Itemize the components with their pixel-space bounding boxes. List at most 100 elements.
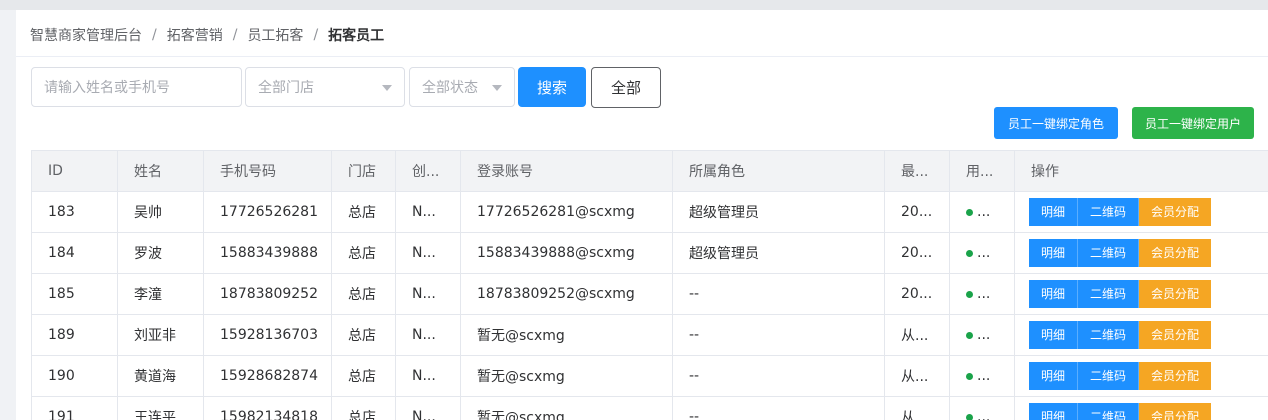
search-input[interactable]: 请输入姓名或手机号 [31,67,242,107]
cell-login-account: 17726526281@scxmg [460,191,673,233]
cell-enabled: ... [949,355,1015,397]
table-row: 189 刘亚非 15928136703 总店 N... 暂无@scxmg -- 从......… [31,314,1268,356]
cell-created: N... [395,314,461,356]
header-divider [16,56,1268,57]
status-text: ... [977,204,991,220]
qrcode-button[interactable]: 二维码 [1078,239,1140,267]
table-header-row: ID 姓名 手机号码 门店 创... 登录账号 所属角色 最... 用... 操… [31,150,1268,192]
detail-button[interactable]: 明细 [1029,403,1079,420]
cell-enabled: ... [949,396,1015,420]
status-dot-icon [966,208,973,216]
show-all-button[interactable]: 全部 [591,67,661,108]
status-text: ... [977,327,991,343]
status-select[interactable]: 全部状态 [409,67,515,107]
chevron-down-icon [492,85,502,91]
col-actions: 操作 [1014,150,1268,192]
cell-last: 20... [884,232,950,274]
qrcode-button[interactable]: 二维码 [1078,280,1140,308]
status-dot-icon [966,290,973,298]
status-dot-icon [966,249,973,257]
cell-role: -- [672,355,885,397]
top-strip [0,0,1268,10]
table-row: 183 吴帅 17726526281 总店 N... 17726526281@scxmg 超… [31,191,1268,233]
detail-button[interactable]: 明细 [1029,239,1079,267]
cell-last: 20... [884,191,950,233]
cell-enabled: ... [949,273,1015,315]
cell-phone: 15928682874 [203,355,332,397]
cell-store: 总店 [331,396,396,420]
cell-created: N... [395,355,461,397]
col-last: 最... [884,150,950,192]
cell-enabled: ... [949,314,1015,356]
detail-button[interactable]: 明细 [1029,321,1079,349]
cell-last: 从... [884,355,950,397]
member-assign-button[interactable]: 会员分配 [1139,239,1212,267]
cell-created: N... [395,273,461,315]
detail-button[interactable]: 明细 [1029,198,1079,226]
status-text: ... [977,245,991,261]
cell-login-account: 暂无@scxmg [460,314,673,356]
breadcrumb: 智慧商家管理后台 / 拓客营销 / 员工拓客 / 拓客员工 [30,24,384,46]
status-text: ... [977,368,991,384]
cell-created: N... [395,232,461,274]
cell-store: 总店 [331,232,396,274]
detail-button[interactable]: 明细 [1029,280,1079,308]
col-enabled: 用... [949,150,1015,192]
col-login-account: 登录账号 [460,150,673,192]
store-select-value: 全部门店 [258,80,314,96]
member-assign-button[interactable]: 会员分配 [1139,198,1212,226]
cell-role: -- [672,273,885,315]
cell-enabled: ... [949,232,1015,274]
cell-role: -- [672,396,885,420]
breadcrumb-staff-marketing[interactable]: 员工拓客 [247,25,303,45]
cell-role: 超级管理员 [672,232,885,274]
status-select-value: 全部状态 [422,80,478,96]
status-text: ... [977,409,991,420]
cell-store: 总店 [331,314,396,356]
col-name: 姓名 [117,150,204,192]
breadcrumb-separator: / [232,27,238,43]
detail-button[interactable]: 明细 [1029,362,1079,390]
cell-login-account: 暂无@scxmg [460,355,673,397]
qrcode-button[interactable]: 二维码 [1078,362,1140,390]
breadcrumb-home[interactable]: 智慧商家管理后台 [30,25,142,45]
qrcode-button[interactable]: 二维码 [1078,198,1140,226]
bind-role-button[interactable]: 员工一键绑定角色 [994,107,1118,139]
search-button[interactable]: 搜索 [518,67,586,107]
cell-actions: 明细 二维码 会员分配 关注二 [1014,273,1268,315]
cell-login-account: 暂无@scxmg [460,396,673,420]
cell-name: 吴帅 [117,191,204,233]
bind-user-button[interactable]: 员工一键绑定用户 [1132,107,1254,139]
qrcode-button[interactable]: 二维码 [1078,403,1140,420]
status-dot-icon [966,372,973,380]
member-assign-button[interactable]: 会员分配 [1139,321,1212,349]
cell-name: 黄道海 [117,355,204,397]
col-role: 所属角色 [672,150,885,192]
table-row: 191 王连平 15982134818 总店 N... 暂无@scxmg -- 从......… [31,396,1268,420]
cell-name: 刘亚非 [117,314,204,356]
store-select[interactable]: 全部门店 [245,67,405,107]
col-id: ID [31,150,118,192]
breadcrumb-separator: / [152,27,157,43]
chevron-down-icon [382,85,392,91]
cell-phone: 17726526281 [203,191,332,233]
main-panel: 智慧商家管理后台 / 拓客营销 / 员工拓客 / 拓客员工 请输入姓名或手机号 … [16,10,1268,420]
cell-login-account: 15883439888@scxmg [460,232,673,274]
table-row: 190 黄道海 15928682874 总店 N... 暂无@scxmg -- 从......… [31,355,1268,397]
member-assign-button[interactable]: 会员分配 [1139,280,1212,308]
col-phone: 手机号码 [203,150,332,192]
member-assign-button[interactable]: 会员分配 [1139,362,1212,390]
cell-id: 189 [31,314,118,356]
col-store: 门店 [331,150,396,192]
breadcrumb-marketing[interactable]: 拓客营销 [167,25,223,45]
breadcrumb-current: 拓客员工 [328,28,385,44]
breadcrumb-separator: / [313,27,319,43]
status-dot-icon [966,413,973,420]
staff-table: ID 姓名 手机号码 门店 创... 登录账号 所属角色 最... 用... 操… [31,150,1268,420]
cell-phone: 15982134818 [203,396,332,420]
cell-id: 190 [31,355,118,397]
qrcode-button[interactable]: 二维码 [1078,321,1140,349]
member-assign-button[interactable]: 会员分配 [1139,403,1212,420]
cell-id: 191 [31,396,118,420]
status-text: ... [977,286,991,302]
